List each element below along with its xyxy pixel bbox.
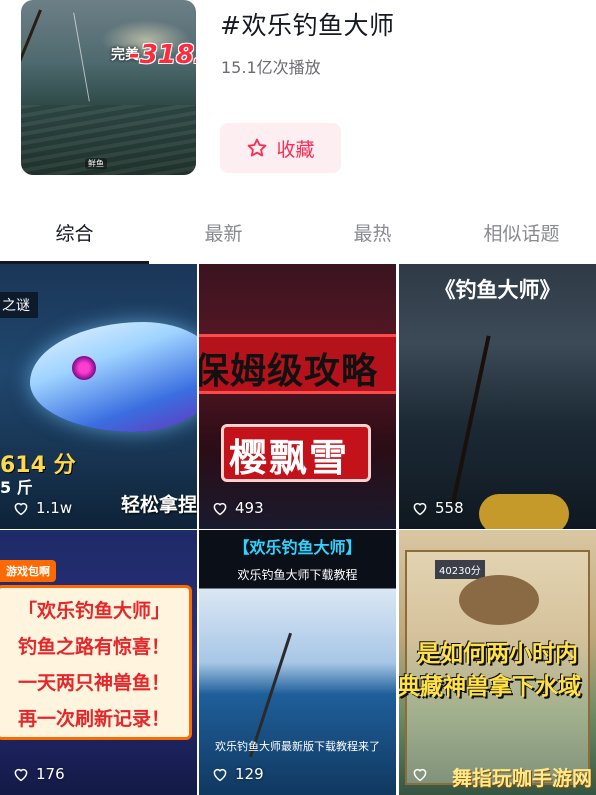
- cover-score-text: -3182: [129, 40, 196, 70]
- video-overlay-line: 「欢乐钓鱼大师」: [17, 600, 170, 622]
- video-overlay-tag: 游戏包啊: [0, 560, 56, 582]
- heart-outline-icon: [213, 768, 227, 782]
- play-count: 15.1亿次播放: [221, 58, 321, 77]
- video-card[interactable]: 【欢乐钓鱼大师】 欢乐钓鱼大师下载教程 欢乐钓鱼大师最新版下载教程来了 129: [199, 530, 396, 795]
- watermark-text: 舞指玩咖手游网: [452, 766, 592, 790]
- topic-cover-image[interactable]: 完美 -3182 鲜鱼: [21, 0, 196, 175]
- video-overlay-caption: 轻松拿捏: [120, 494, 197, 516]
- video-overlay-subtitle: 樱飘雪: [229, 436, 350, 480]
- heart-outline-icon: [213, 502, 227, 516]
- video-card[interactable]: 游戏包啊 「欢乐钓鱼大师」 钓鱼之路有惊喜！ 一天两只神兽鱼！ 再一次刷新记录！…: [0, 530, 197, 795]
- topic-header: 完美 -3182 鲜鱼 #欢乐钓鱼大师 15.1亿次播放 收藏: [0, 0, 596, 200]
- fish-graphic: [459, 575, 539, 625]
- video-card[interactable]: 保姆级攻略 樱飘雪 493: [199, 264, 396, 529]
- like-count-text: 176: [36, 765, 65, 783]
- video-overlay-title: 是如何两小时内: [417, 641, 578, 667]
- favorite-label: 收藏: [276, 138, 315, 161]
- video-card[interactable]: 之谜 614 分 5 斤 轻松拿捏 1.1w: [0, 264, 197, 529]
- video-card[interactable]: 《钓鱼大师》 558: [399, 264, 596, 529]
- heart-outline-icon: [14, 768, 28, 782]
- favorite-button[interactable]: 收藏: [220, 123, 341, 173]
- like-count: 1.1w: [12, 499, 72, 517]
- video-overlay-tag: 之谜: [0, 292, 38, 318]
- video-overlay-title: 【欢乐钓鱼大师】: [233, 538, 362, 557]
- like-count-text: 129: [235, 765, 264, 783]
- like-count: 558: [411, 499, 464, 517]
- heart-outline-icon: [14, 502, 28, 516]
- like-count: 493: [211, 499, 264, 517]
- tab-similar-topics[interactable]: 相似话题: [447, 200, 596, 264]
- video-overlay-subtitle: 典藏神兽拿下水域: [399, 674, 581, 700]
- video-card[interactable]: 40230分 是如何两小时内 典藏神兽拿下水域 舞指玩咖手游网: [399, 530, 596, 795]
- topic-title: #欢乐钓鱼大师: [220, 11, 395, 40]
- tab-latest[interactable]: 最新: [149, 200, 298, 264]
- like-count-text: 493: [235, 499, 264, 517]
- video-overlay-line: 一天两只神兽鱼！: [17, 672, 170, 694]
- video-overlay-caption: 欢乐钓鱼大师最新版下载教程来了: [215, 740, 380, 753]
- video-overlay-title: 《钓鱼大师》: [434, 278, 561, 302]
- cover-catch-label: 鲜鱼: [85, 158, 107, 169]
- reel-graphic: [479, 494, 569, 529]
- shark-graphic: [30, 322, 197, 432]
- video-overlay-line: 再一次刷新记录！: [17, 708, 170, 730]
- like-count-text: 1.1w: [36, 499, 73, 517]
- video-overlay-label: 40230分: [435, 560, 485, 579]
- video-overlay-line: 钓鱼之路有惊喜！: [17, 636, 170, 658]
- heart-outline-icon: [413, 502, 427, 516]
- video-overlay-subtitle: 欢乐钓鱼大师下载教程: [237, 568, 358, 582]
- fishing-rod-graphic: [451, 335, 491, 503]
- like-count-text: 558: [435, 499, 464, 517]
- star-outline-icon: [248, 138, 267, 157]
- tab-comprehensive[interactable]: 综合: [0, 200, 149, 264]
- video-overlay-title: 保姆级攻略: [199, 351, 379, 392]
- like-count: 176: [12, 765, 65, 783]
- heart-outline-icon: [413, 768, 427, 782]
- tab-hottest[interactable]: 最热: [298, 200, 447, 264]
- tab-bar: 综合 最新 最热 相似话题: [0, 200, 596, 264]
- like-count: [411, 765, 435, 783]
- video-overlay-weight: 5 斤: [0, 478, 33, 497]
- video-grid: 之谜 614 分 5 斤 轻松拿捏 1.1w 保姆级攻略 樱飘雪 493 《钓鱼…: [0, 264, 596, 795]
- like-count: 129: [211, 765, 264, 783]
